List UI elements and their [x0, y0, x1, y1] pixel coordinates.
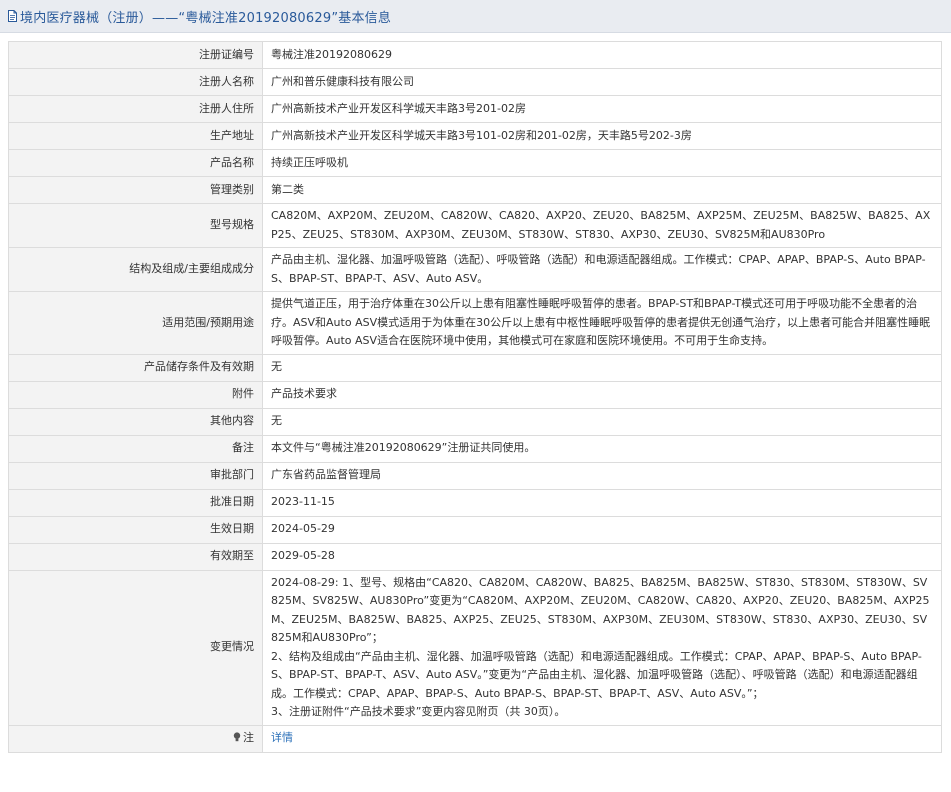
change-history-line: 3、注册证附件“产品技术要求”变更内容见附页（共 30页）。	[271, 705, 566, 718]
info-row: 管理类别 第二类	[8, 176, 942, 204]
field-label: 型号规格	[8, 203, 263, 248]
field-label: 审批部门	[8, 461, 263, 490]
field-value: 第二类	[262, 176, 942, 204]
change-history-value: 2024-08-29: 1、型号、规格由“CA820、CA820M、CA820W…	[262, 569, 942, 726]
info-row: 有效期至 2029-05-28	[8, 542, 942, 571]
field-value: 无	[262, 407, 942, 436]
note-label: 注	[243, 731, 254, 745]
info-row: 其他内容无	[8, 407, 942, 436]
field-value: 产品由主机、湿化器、加温呼吸管路（选配）、呼吸管路（选配）和电源适配器组成。工作…	[262, 247, 942, 292]
document-icon	[8, 10, 17, 22]
info-row: 注册人住所 广州高新技术产业开发区科学城天丰路3号201-02房	[8, 95, 942, 123]
info-row: 产品名称 持续正压呼吸机	[8, 149, 942, 177]
field-value: 产品技术要求	[262, 380, 942, 409]
field-value: 粤械注准20192080629	[262, 41, 942, 69]
field-label: 有效期至	[8, 542, 263, 571]
info-row: 结构及组成/主要组成成分 产品由主机、湿化器、加温呼吸管路（选配）、呼吸管路（选配…	[8, 247, 942, 292]
field-value: 2024-05-29	[262, 515, 942, 544]
field-value: 广州和普乐健康科技有限公司	[262, 68, 942, 96]
field-value: 2023-11-15	[262, 488, 942, 517]
field-label: 批准日期	[8, 488, 263, 517]
info-row: 注册人名称 广州和普乐健康科技有限公司	[8, 68, 942, 96]
field-value: 2029-05-28	[262, 542, 942, 571]
field-label: 附件	[8, 380, 263, 409]
page-title: 境内医疗器械（注册）——“粤械注准20192080629”基本信息	[20, 10, 392, 26]
field-label: 注册人住所	[8, 95, 263, 123]
field-label: 产品储存条件及有效期	[8, 353, 263, 382]
field-value: CA820M、AXP20M、ZEU20M、CA820W、CA820、AXP20、…	[262, 203, 942, 248]
field-label: 注册证编号	[8, 41, 263, 69]
info-row: 生产地址 广州高新技术产业开发区科学城天丰路3号101-02房和201-02房，天…	[8, 122, 942, 150]
info-row: 适用范围/预期用途 提供气道正压，用于治疗体重在30公斤以上患有阻塞性睡眠呼吸暂停…	[8, 291, 942, 355]
info-row: 备注 本文件与“粤械注准20192080629”注册证共同使用。	[8, 434, 942, 463]
field-value: 持续正压呼吸机	[262, 149, 942, 177]
change-history-row: 变更情况 2024-08-29: 1、型号、规格由“CA820、CA820M、CA…	[8, 569, 942, 726]
field-label: 适用范围/预期用途	[8, 291, 263, 355]
field-value: 本文件与“粤械注准20192080629”注册证共同使用。	[262, 434, 942, 463]
info-row: 注册证编号 粤械注准20192080629	[8, 41, 942, 69]
detail-link[interactable]: 详情	[271, 731, 293, 744]
field-label: 管理类别	[8, 176, 263, 204]
change-history-line: 2、结构及组成由“产品由主机、湿化器、加温呼吸管路（选配）和电源适配器组成。工作…	[271, 649, 922, 700]
field-label: 产品名称	[8, 149, 263, 177]
field-value: 广东省药品监督管理局	[262, 461, 942, 490]
field-label: 生效日期	[8, 515, 263, 544]
note-row: 注 详情	[8, 724, 942, 753]
info-row: 产品储存条件及有效期无	[8, 353, 942, 382]
registration-info-table: 注册证编号 粤械注准20192080629 注册人名称 广州和普乐健康科技有限公司 注册…	[8, 41, 942, 753]
info-row: 附件 产品技术要求	[8, 380, 942, 409]
field-label: 结构及组成/主要组成成分	[8, 247, 263, 292]
note-label-cell: 注	[8, 724, 263, 753]
field-label: 其他内容	[8, 407, 263, 436]
info-row: 批准日期 2023-11-15	[8, 488, 942, 517]
field-value: 无	[262, 353, 942, 382]
field-label: 注册人名称	[8, 68, 263, 96]
note-value: 详情	[262, 724, 942, 753]
info-row: 型号规格 CA820M、AXP20M、ZEU20M、CA820W、CA820、AX…	[8, 203, 942, 248]
field-label: 变更情况	[8, 569, 263, 726]
lightbulb-icon	[233, 732, 241, 742]
field-value: 广州高新技术产业开发区科学城天丰路3号101-02房和201-02房，天丰路5号…	[262, 122, 942, 150]
info-row: 审批部门 广东省药品监督管理局	[8, 461, 942, 490]
change-history-line: 2024-08-29: 1、型号、规格由“CA820、CA820M、CA820W…	[271, 575, 930, 645]
field-value: 广州高新技术产业开发区科学城天丰路3号201-02房	[262, 95, 942, 123]
page-header: 境内医疗器械（注册）——“粤械注准20192080629”基本信息	[0, 0, 951, 33]
field-label: 生产地址	[8, 122, 263, 150]
field-label: 备注	[8, 434, 263, 463]
info-row: 生效日期 2024-05-29	[8, 515, 942, 544]
field-value: 提供气道正压，用于治疗体重在30公斤以上患有阻塞性睡眠呼吸暂停的患者。BPAP-…	[262, 291, 942, 355]
